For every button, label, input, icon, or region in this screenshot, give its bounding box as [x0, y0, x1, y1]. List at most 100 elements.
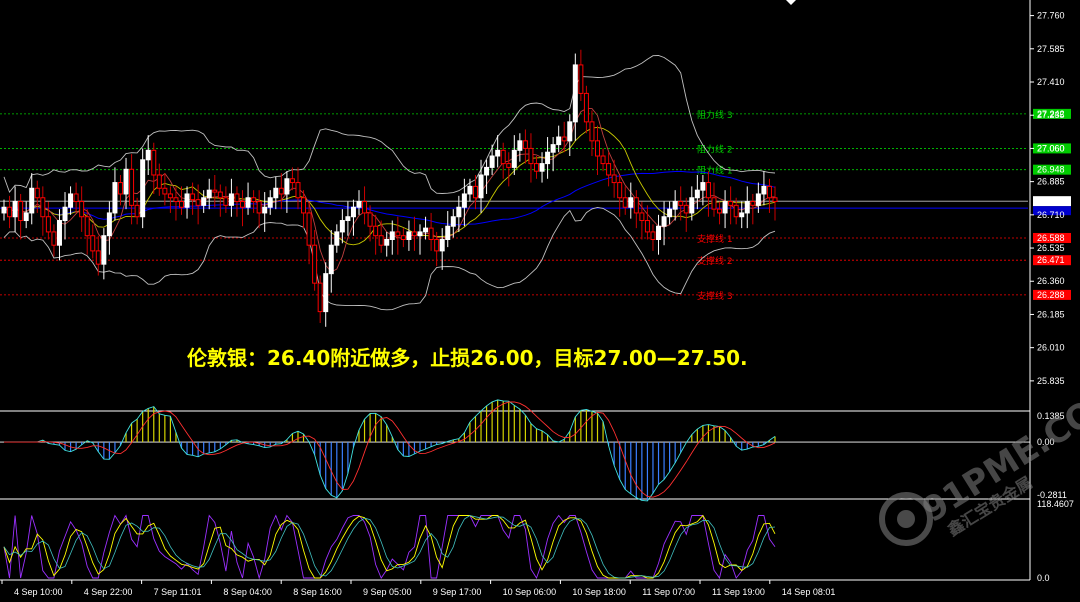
price-tick-label: 27.585 [1037, 44, 1065, 54]
candle-body [533, 163, 539, 172]
candle-body [262, 206, 268, 214]
candle-body [95, 250, 101, 265]
candle-body [156, 174, 162, 189]
price-tick-label: 26.185 [1037, 309, 1065, 319]
candle-body [129, 168, 135, 206]
candle-body [694, 189, 700, 199]
candle-body [106, 212, 112, 237]
level-price-label: 26.948 [1037, 165, 1065, 175]
candle-body [744, 201, 750, 214]
price-chart: 阻力线 3 27.242阻力线 2 27.060阻力线 1 26.948支撑线 1 26… [0, 0, 1080, 602]
candle-body [373, 225, 379, 237]
time-tick-label: 8 Sep 16:00 [293, 587, 342, 597]
candle-body [184, 193, 190, 208]
level-price-label: 26.471 [1037, 255, 1065, 265]
price-tick-label: 26.885 [1037, 177, 1065, 187]
candle-body [661, 216, 667, 227]
price-tick-label: 26.010 [1037, 343, 1065, 353]
candle-body [345, 216, 351, 222]
candle-body [400, 235, 406, 241]
candle-body [428, 227, 434, 241]
candle-body [678, 201, 684, 206]
candle-body [456, 206, 462, 218]
candle-body [439, 239, 445, 252]
price-tick-label: 26.360 [1037, 276, 1065, 286]
candle-body [511, 149, 517, 168]
candle-body [766, 185, 772, 199]
level-name-label: 支撑线 2 [697, 255, 733, 267]
candle-body [228, 193, 234, 206]
candle-body [611, 174, 617, 184]
oscillator-tick-label: 0.0 [1037, 573, 1050, 583]
candle-body [84, 216, 90, 237]
candle-body [395, 231, 401, 237]
candle-body [334, 231, 340, 246]
candle-body [79, 201, 85, 218]
candle-body [561, 136, 567, 142]
candle-body [500, 149, 506, 165]
candle-body [18, 201, 24, 222]
candle-body [644, 220, 650, 233]
candle-body [711, 197, 717, 210]
candle-body [34, 187, 40, 199]
candle-body [145, 149, 151, 161]
candle-body [134, 204, 140, 218]
price-tick-label: 27.410 [1037, 77, 1065, 87]
candle-body [56, 220, 62, 246]
chart-background [0, 0, 1080, 602]
candle-body [306, 212, 312, 246]
candle-body [545, 151, 551, 165]
candle-body [173, 197, 179, 203]
candle-body [12, 201, 18, 218]
price-tick-label: 27.235 [1037, 110, 1065, 120]
time-tick-label: 4 Sep 10:00 [14, 587, 63, 597]
price-tick-label: 26.710 [1037, 210, 1065, 220]
candle-body [528, 147, 534, 165]
candle-body [467, 185, 473, 195]
candle-body [567, 121, 573, 142]
candle-body [411, 231, 417, 237]
candle-body [755, 193, 761, 206]
candle-body [256, 201, 262, 214]
candle-body [489, 155, 495, 168]
price-tick-label: 25.835 [1037, 376, 1065, 386]
candle-body [617, 182, 623, 199]
oscillator-tick-label: 118.4607 [1037, 499, 1074, 509]
candle-body [284, 178, 290, 195]
candle-body [722, 201, 728, 214]
candle-body [240, 201, 246, 208]
time-tick-label: 9 Sep 05:00 [363, 587, 412, 597]
candle-body [700, 182, 706, 191]
candle-body [384, 239, 390, 246]
candle-body [478, 174, 484, 199]
candle-body [62, 206, 68, 222]
time-tick-label: 10 Sep 18:00 [572, 587, 626, 597]
candle-body [350, 206, 356, 218]
candle-body [495, 149, 501, 157]
candle-body [522, 140, 528, 149]
current-price-label: 26.782 [1037, 196, 1065, 206]
candle-body [40, 197, 46, 218]
candle-body [101, 235, 107, 265]
candle-body [550, 144, 556, 153]
candle-body [739, 212, 745, 218]
candle-body [717, 208, 723, 214]
time-tick-label: 4 Sep 22:00 [84, 587, 133, 597]
time-tick-label: 14 Sep 08:01 [782, 587, 836, 597]
candle-body [461, 193, 467, 208]
candle-body [417, 231, 423, 237]
candle-body [750, 201, 756, 206]
candle-body [245, 197, 251, 208]
candle-body [206, 189, 212, 199]
candle-body [606, 163, 612, 176]
candle-body [151, 149, 157, 176]
level-price-label: 26.288 [1037, 290, 1065, 300]
candle-body [289, 178, 295, 184]
candle-body [639, 212, 645, 222]
candle-body [234, 193, 240, 203]
candle-body [761, 185, 767, 195]
price-tick-label: 27.060 [1037, 143, 1065, 153]
candle-body [506, 163, 512, 168]
candle-body [117, 182, 123, 195]
candle-body [356, 201, 362, 208]
